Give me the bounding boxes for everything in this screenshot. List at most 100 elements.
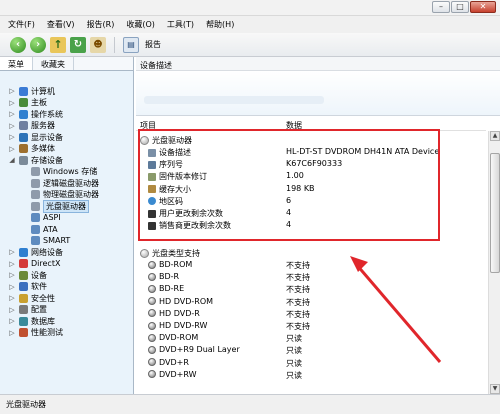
- tree-item[interactable]: ASPI: [20, 212, 61, 224]
- property-value: 只读: [286, 358, 302, 368]
- back-icon[interactable]: ‹: [10, 36, 26, 53]
- forward-icon[interactable]: ›: [30, 36, 46, 53]
- expand-arrow-icon[interactable]: ▷: [8, 271, 16, 279]
- tree-node-icon: [19, 328, 28, 337]
- property-value: 只读: [286, 334, 302, 344]
- expand-arrow-icon[interactable]: ▷: [8, 145, 16, 153]
- tree-item-label: 安全性: [31, 293, 55, 303]
- tree-node-icon: [19, 293, 28, 303]
- tree-item[interactable]: ▷ 设备: [8, 269, 47, 281]
- menu-tools[interactable]: 工具(T): [167, 19, 194, 30]
- tree-node-icon: [19, 98, 28, 107]
- tree-node-icon: [19, 305, 28, 314]
- property-name: DVD+R: [148, 358, 189, 367]
- tree-item-label: 配置: [31, 305, 47, 314]
- tree-item[interactable]: ▷ 数据库: [8, 315, 55, 327]
- property-row[interactable]: DVD+RW 只读: [136, 370, 486, 382]
- property-name: BD-ROM: [148, 260, 192, 269]
- tree-item[interactable]: ▷ 计算机: [8, 85, 55, 97]
- expand-arrow-icon[interactable]: ▷: [8, 122, 16, 130]
- tree-item[interactable]: SMART: [20, 235, 70, 247]
- property-row[interactable]: BD-R 不支持: [136, 272, 486, 284]
- tree-item[interactable]: ▷ 主板: [8, 97, 47, 109]
- expand-arrow-icon[interactable]: ▷: [8, 283, 16, 291]
- scroll-down-button[interactable]: ▼: [490, 384, 500, 394]
- expand-arrow-icon[interactable]: ▷: [8, 248, 16, 256]
- property-value: 不支持: [286, 322, 310, 331]
- tree-node-icon: [31, 167, 40, 176]
- tree-item[interactable]: ATA: [20, 223, 58, 235]
- property-row[interactable]: DVD-ROM 只读: [136, 333, 486, 345]
- tree-item[interactable]: ▷ 软件: [8, 281, 47, 293]
- tree-item[interactable]: ▷ DirectX: [8, 258, 60, 270]
- tree-item[interactable]: 光盘驱动器: [20, 199, 89, 213]
- tree-node-icon: [19, 316, 28, 326]
- tree-node-icon: [31, 178, 40, 188]
- property-name-text: DVD+R9 Dual Layer: [159, 345, 240, 355]
- tree-item[interactable]: ▷ 安全性: [8, 292, 55, 304]
- property-row[interactable]: HD DVD-ROM 不支持: [136, 297, 486, 309]
- tree-item[interactable]: ▷ 操作系统: [8, 108, 63, 120]
- device-description-area: [136, 71, 500, 116]
- tree-item-label: 软件: [31, 282, 47, 291]
- expand-arrow-icon[interactable]: ▷: [8, 329, 16, 337]
- tree-item-label: ASPI: [43, 213, 61, 222]
- section-title-text: 光盘类型支持: [152, 249, 200, 258]
- property-row[interactable]: DVD+R9 Dual Layer 只读: [136, 345, 486, 357]
- tree-item[interactable]: ▷ 配置: [8, 304, 47, 316]
- expand-arrow-icon[interactable]: ▷: [8, 260, 16, 268]
- tree-node-icon: [31, 213, 40, 222]
- report-icon[interactable]: ▤: [123, 36, 139, 53]
- report-button[interactable]: 报告: [145, 39, 161, 50]
- maximize-button[interactable]: □: [451, 1, 469, 13]
- expand-arrow-icon[interactable]: ▷: [8, 133, 16, 141]
- menu-report[interactable]: 报告(R): [87, 19, 115, 30]
- expand-arrow-icon[interactable]: ▷: [8, 99, 16, 107]
- tree-item[interactable]: ▷ 服务器: [8, 120, 55, 132]
- tree-node-icon: [19, 247, 28, 257]
- menu-favorites[interactable]: 收藏(O): [126, 19, 155, 30]
- tree-item[interactable]: ▷ 多媒体: [8, 143, 55, 155]
- tree-item[interactable]: 逻辑磁盘驱动器: [20, 177, 99, 189]
- minimize-button[interactable]: –: [432, 1, 450, 13]
- property-name-text: DVD-ROM: [159, 333, 199, 343]
- disc-icon: [148, 272, 156, 281]
- tree-item[interactable]: ▷ 显示设备: [8, 131, 63, 143]
- tab-menu[interactable]: 菜单: [0, 57, 33, 70]
- device-description-header: 设备描述: [136, 57, 500, 71]
- expand-arrow-icon[interactable]: ◢: [8, 156, 16, 164]
- users-icon[interactable]: ☻: [90, 36, 106, 53]
- tree-node-icon: [19, 121, 28, 130]
- up-folder-icon[interactable]: ↑: [50, 36, 66, 53]
- property-row[interactable]: DVD+R 只读: [136, 358, 486, 370]
- property-row[interactable]: BD-ROM 不支持: [136, 260, 486, 272]
- property-name: BD-R: [148, 272, 179, 281]
- tree-item-label: 操作系统: [31, 109, 63, 119]
- property-row[interactable]: BD-RE 不支持: [136, 284, 486, 296]
- title-bar: – □ ✕: [0, 0, 500, 16]
- menu-file[interactable]: 文件(F): [8, 19, 35, 30]
- vertical-scrollbar[interactable]: ▲ ▼: [488, 131, 500, 394]
- scroll-up-button[interactable]: ▲: [490, 131, 500, 141]
- expand-arrow-icon[interactable]: ▷: [8, 317, 16, 325]
- tree-item-label: SMART: [43, 236, 71, 245]
- close-button[interactable]: ✕: [470, 1, 496, 13]
- property-name: HD DVD-ROM: [148, 297, 213, 306]
- property-row[interactable]: HD DVD-R 不支持: [136, 309, 486, 321]
- disc-icon: [148, 297, 156, 306]
- scroll-thumb[interactable]: [490, 153, 500, 273]
- refresh-icon[interactable]: ↻: [70, 36, 86, 53]
- tree-item[interactable]: Windows 存储: [20, 166, 97, 178]
- expand-arrow-icon[interactable]: ▷: [8, 87, 16, 95]
- expand-arrow-icon[interactable]: ▷: [8, 306, 16, 314]
- menu-view[interactable]: 查看(V): [47, 19, 75, 30]
- expand-arrow-icon[interactable]: ▷: [8, 294, 16, 302]
- tree-item[interactable]: ▷ 网络设备: [8, 246, 63, 258]
- toolbar-separator: [114, 36, 115, 53]
- expand-arrow-icon[interactable]: ▷: [8, 110, 16, 118]
- tab-favorites[interactable]: 收藏夹: [33, 57, 74, 70]
- tree-item[interactable]: ▷ 性能测试: [8, 327, 63, 339]
- tree-item[interactable]: ◢ 存储设备: [8, 154, 63, 166]
- menu-help[interactable]: 帮助(H): [206, 19, 234, 30]
- property-row[interactable]: HD DVD-RW 不支持: [136, 321, 486, 333]
